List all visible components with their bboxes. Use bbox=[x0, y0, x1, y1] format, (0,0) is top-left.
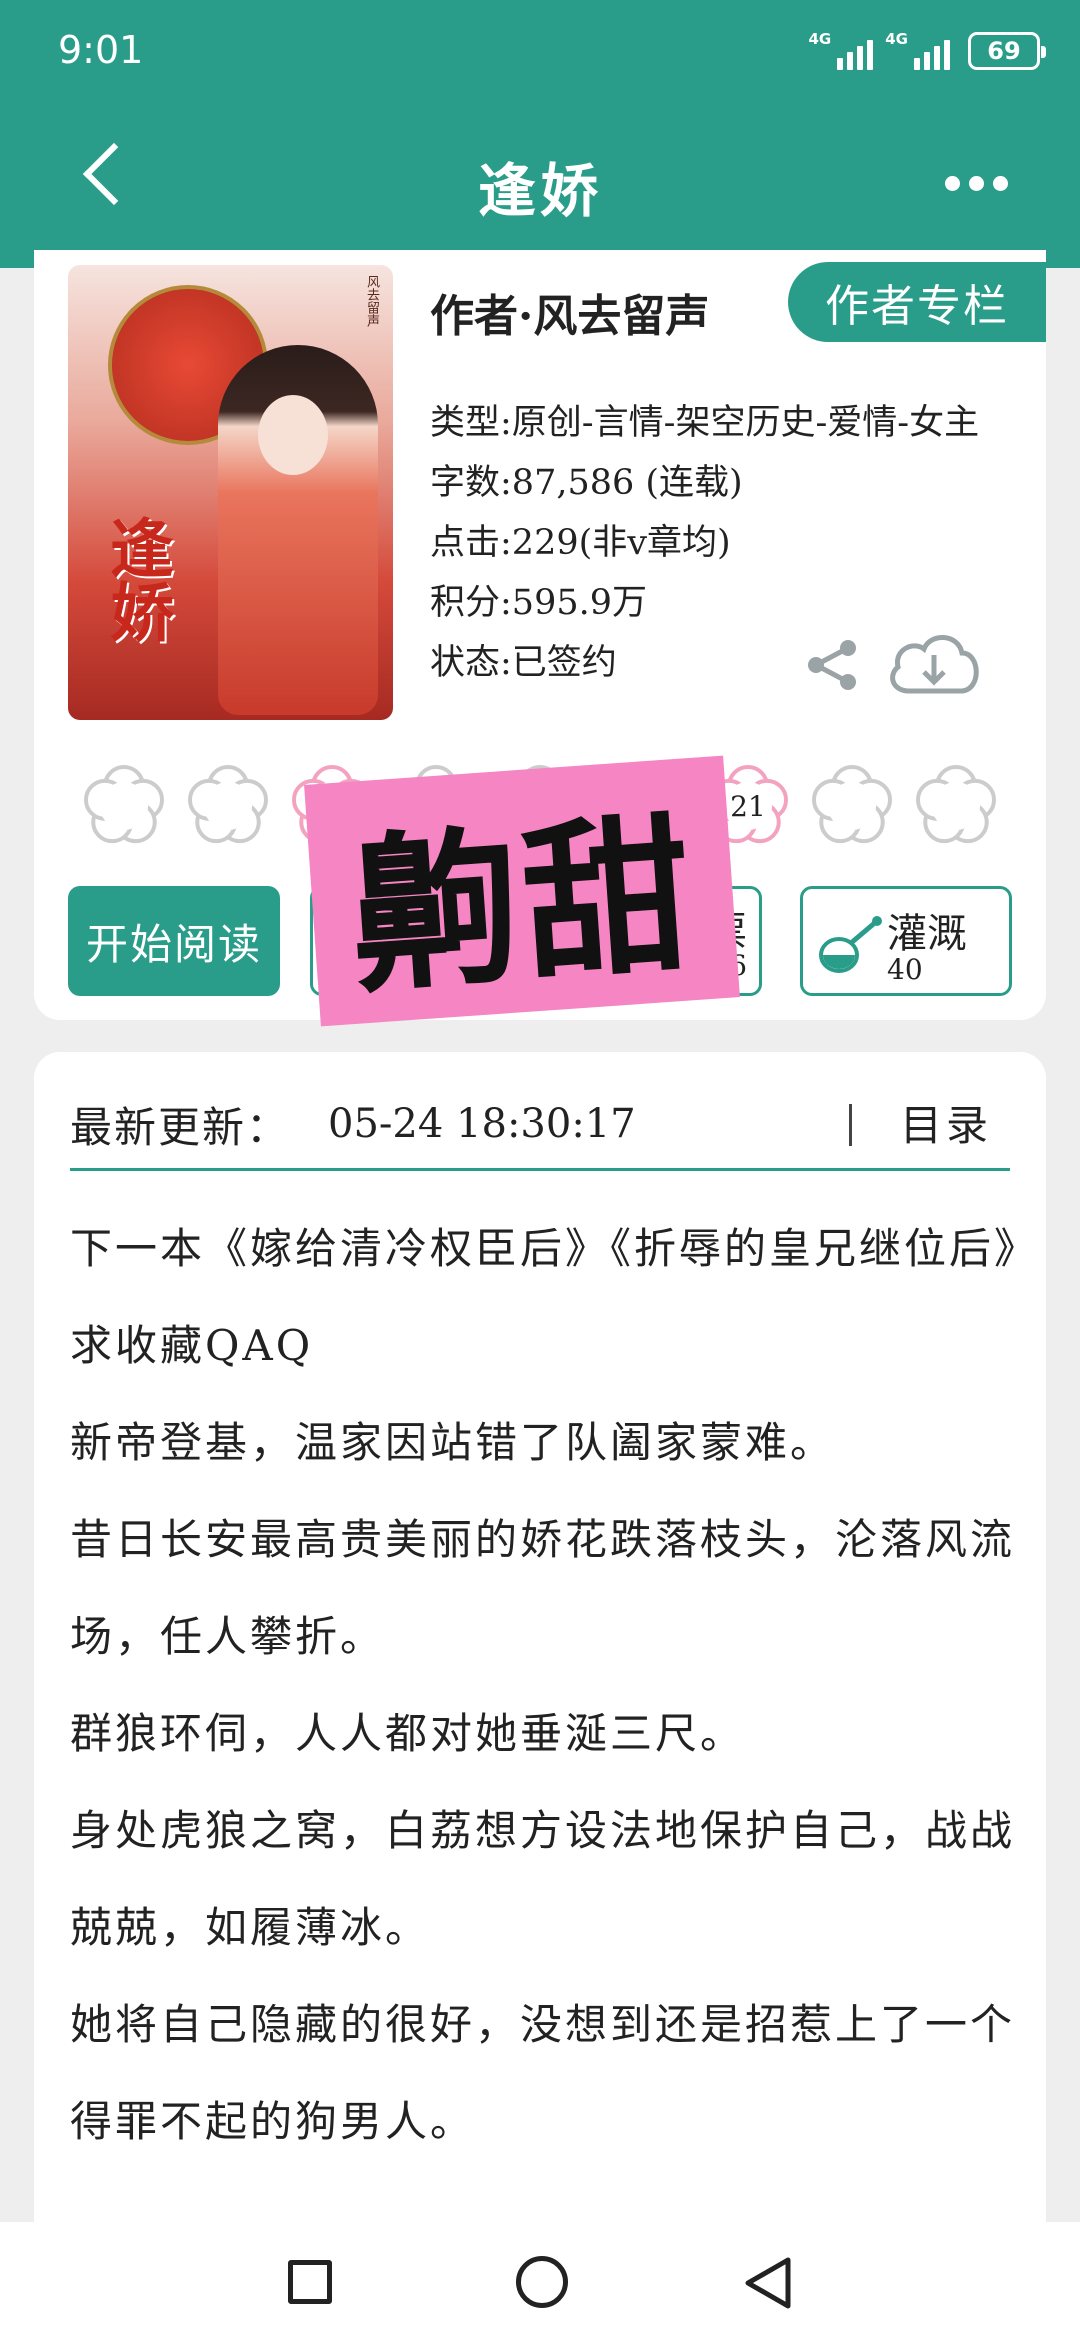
meta-row-score: 积分: 595.9万 bbox=[430, 583, 647, 623]
meta-row-genre: 类型: 原创-言情-架空历史-爱情-女主 bbox=[430, 403, 980, 443]
battery-level: 69 bbox=[987, 37, 1021, 65]
status-bar: 9:01 4G 4G 69 bbox=[0, 0, 1080, 100]
watering-button[interactable]: 灌溉 40 bbox=[800, 886, 1012, 996]
latest-update-row[interactable]: 最新更新： 05-24 18:30:17 目录 bbox=[70, 1084, 1010, 1164]
signal-icon: 4G bbox=[809, 30, 874, 70]
signal-indicators: 4G 4G 69 bbox=[809, 30, 1046, 70]
separator bbox=[849, 1104, 852, 1146]
system-nav-bar bbox=[0, 2222, 1080, 2340]
nav-back-icon[interactable] bbox=[742, 2256, 794, 2310]
sweet-sticker: 齁甜 bbox=[304, 755, 740, 1027]
intro-paragraph: 下一本《嫁给清冷权臣后》《折辱的皇兄继位后》求收藏QAQ bbox=[70, 1224, 1019, 1370]
cover-face-art bbox=[258, 395, 328, 475]
cover-title: 逢娇 bbox=[99, 515, 174, 643]
battery-icon: 69 bbox=[968, 32, 1046, 70]
latest-update-time: 05-24 18:30:17 bbox=[328, 1101, 636, 1147]
watering-label: 灌溉 bbox=[887, 911, 967, 957]
description-card: 最新更新： 05-24 18:30:17 目录 下一本《嫁给清冷权臣后》《折辱的… bbox=[34, 1052, 1046, 2222]
flower-icon[interactable] bbox=[182, 760, 274, 852]
cover-subtitle: 风去留声 bbox=[364, 275, 379, 327]
download-icon[interactable] bbox=[884, 625, 984, 701]
flower-icon[interactable] bbox=[78, 760, 170, 852]
flower-icon[interactable] bbox=[910, 760, 1002, 852]
meta-row-wordcount: 字数: 87,586 (连载) bbox=[430, 463, 743, 503]
intro-paragraph: 她将自己隐藏的很好，没想到还是招惹上了一个得罪不起的狗男人。 bbox=[70, 2000, 1016, 2146]
nav-home-icon[interactable] bbox=[516, 2256, 568, 2308]
share-icon[interactable] bbox=[804, 636, 862, 694]
author-name[interactable]: 作者·风去留声 bbox=[430, 280, 709, 344]
start-reading-button[interactable]: 开始阅读 bbox=[68, 886, 280, 996]
intro-paragraph: 新帝登基，温家因站错了队阖家蒙难。 bbox=[70, 1418, 836, 1467]
meta-row-clicks: 点击: 229(非v章均) bbox=[430, 523, 731, 563]
nav-recent-icon[interactable] bbox=[288, 2260, 332, 2304]
signal-icon: 4G bbox=[885, 30, 950, 70]
intro-paragraph: 昔日长安最高贵美丽的娇花跌落枝头，沦落风流场，任人攀折。 bbox=[70, 1515, 1016, 1661]
book-cover[interactable]: 逢娇 风去留声 bbox=[68, 265, 393, 720]
page-title: 逢娇 bbox=[477, 157, 602, 225]
latest-update-label: 最新更新： bbox=[70, 1102, 291, 1152]
intro-paragraph: 群狼环伺，人人都对她垂涎三尺。 bbox=[70, 1709, 746, 1758]
more-icon[interactable] bbox=[945, 176, 1008, 191]
flower-icon[interactable] bbox=[806, 760, 898, 852]
toc-link[interactable]: 目录 bbox=[900, 1092, 992, 1153]
app-header: 逢娇 bbox=[0, 100, 1080, 268]
author-column-button[interactable]: 作者专栏 bbox=[788, 262, 1046, 342]
divider bbox=[70, 1168, 1010, 1171]
watering-count: 40 bbox=[887, 953, 923, 986]
clock: 9:01 bbox=[58, 28, 144, 72]
book-intro: 下一本《嫁给清冷权臣后》《折辱的皇兄继位后》求收藏QAQ 新帝登基，温家因站错了… bbox=[70, 1200, 1020, 2170]
intro-paragraph: 身处虎狼之窝，白荔想方设法地保护自己，战战兢兢，如履薄冰。 bbox=[70, 1806, 1016, 1952]
